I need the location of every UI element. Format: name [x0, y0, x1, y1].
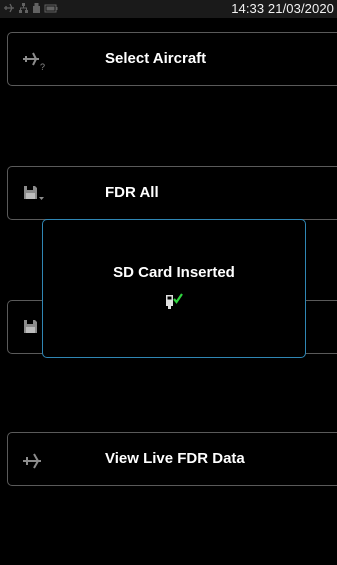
fdr-all-button[interactable]: FDR All — [7, 166, 337, 220]
battery-icon — [44, 2, 58, 14]
sd-card-inserted-dialog[interactable]: SD Card Inserted — [42, 219, 306, 358]
status-icons — [3, 2, 58, 14]
aircraft-question-icon: ? — [22, 50, 50, 72]
svg-text:?: ? — [40, 62, 45, 72]
dialog-title: SD Card Inserted — [113, 264, 235, 281]
status-time: 14:33 21/03/2020 — [231, 1, 334, 16]
aircraft-icon — [22, 450, 50, 472]
view-live-fdr-data-button[interactable]: View Live FDR Data — [7, 432, 337, 486]
fdr-all-label: FDR All — [105, 184, 159, 201]
view-live-fdr-data-label: View Live FDR Data — [105, 450, 245, 467]
sd-card-check-icon — [165, 292, 187, 312]
floppy-disk-dropdown-icon — [22, 184, 50, 206]
fdr-screen: 14:33 21/03/2020 ? Select Aircraft FDR A… — [0, 0, 337, 565]
usb-icon — [32, 2, 41, 14]
select-aircraft-label: Select Aircraft — [105, 50, 207, 67]
aircraft-icon — [3, 2, 15, 14]
network-icon — [18, 2, 29, 14]
status-bar: 14:33 21/03/2020 — [0, 0, 337, 18]
select-aircraft-button[interactable]: ? Select Aircraft — [7, 32, 337, 86]
